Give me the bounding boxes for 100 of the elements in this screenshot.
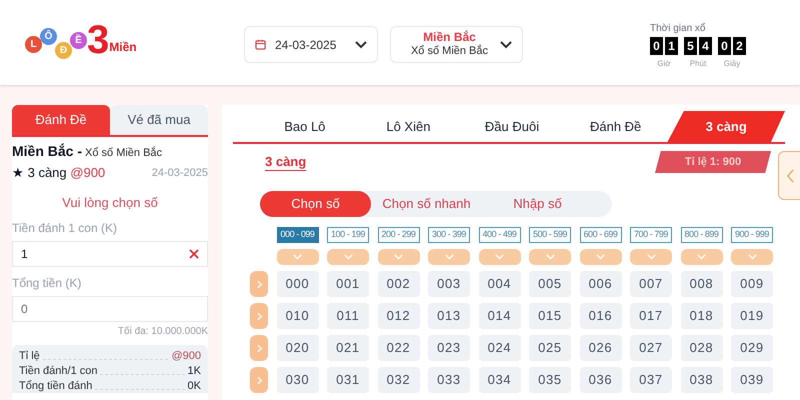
number-button[interactable]: 037 (630, 367, 672, 393)
chevron-right-icon (256, 376, 262, 384)
expand-button[interactable] (680, 249, 722, 265)
game-tab[interactable]: Đánh Đề (564, 111, 668, 142)
number-button[interactable]: 016 (580, 303, 622, 329)
region-subtitle: Xổ số Miền Bắc (410, 45, 488, 59)
chevron-down-icon (292, 254, 303, 260)
number-button[interactable]: 030 (276, 367, 318, 393)
number-button[interactable]: 018 (680, 303, 722, 329)
region-title: Miền Bắc (423, 30, 476, 44)
range-button[interactable]: 300 - 399 (428, 227, 470, 243)
stake-field[interactable]: 1 (12, 241, 208, 267)
summary-value: @900 (171, 349, 201, 363)
expand-button[interactable] (478, 249, 520, 265)
game-tab[interactable]: Bao Lô (253, 111, 357, 142)
expand-button[interactable] (327, 249, 369, 265)
number-button[interactable]: 032 (378, 367, 420, 393)
number-button[interactable]: 020 (276, 335, 318, 361)
number-button[interactable]: 021 (327, 335, 369, 361)
number-button[interactable]: 025 (529, 335, 571, 361)
number-button[interactable]: 010 (276, 303, 318, 329)
number-button[interactable]: 001 (327, 271, 369, 297)
countdown-unit: Phút (690, 58, 706, 70)
number-button[interactable]: 005 (529, 271, 571, 297)
game-tab[interactable]: Đầu Đuôi (460, 111, 564, 142)
number-button[interactable]: 036 (580, 367, 622, 393)
countdown-unit: Giờ (657, 58, 671, 70)
number-button[interactable]: 002 (378, 271, 420, 297)
row-select-button[interactable] (250, 335, 268, 361)
row-select-button[interactable] (250, 303, 268, 329)
panel-tab[interactable]: Vé đã mua (110, 105, 208, 135)
range-button[interactable]: 700 - 799 (630, 227, 672, 243)
number-button[interactable]: 039 (731, 367, 773, 393)
expand-button[interactable] (378, 249, 420, 265)
number-button[interactable]: 028 (680, 335, 722, 361)
expand-button[interactable] (580, 249, 622, 265)
number-button[interactable]: 015 (529, 303, 571, 329)
number-button[interactable]: 038 (680, 367, 722, 393)
number-button[interactable]: 013 (428, 303, 470, 329)
range-button[interactable]: 600 - 699 (580, 227, 622, 243)
expand-button[interactable] (276, 249, 318, 265)
chevron-down-icon (342, 254, 354, 260)
number-button[interactable]: 029 (731, 335, 773, 361)
number-button[interactable]: 031 (327, 367, 369, 393)
countdown-label: Thời gian xổ (650, 24, 706, 34)
expand-button[interactable] (731, 249, 773, 265)
number-button[interactable]: 006 (580, 271, 622, 297)
side-toggle-button[interactable] (778, 151, 800, 200)
number-button[interactable]: 034 (478, 367, 520, 393)
row-select-button[interactable] (250, 271, 268, 297)
number-button[interactable]: 008 (680, 271, 722, 297)
number-button[interactable]: 019 (731, 303, 773, 329)
row-select-button[interactable] (250, 367, 268, 393)
number-button[interactable]: 026 (580, 335, 622, 361)
number-button[interactable]: 033 (428, 367, 470, 393)
number-button[interactable]: 011 (327, 303, 369, 329)
number-button[interactable]: 009 (731, 271, 773, 297)
range-button[interactable]: 900 - 999 (731, 227, 773, 243)
range-button[interactable]: 500 - 599 (529, 227, 571, 243)
number-button[interactable]: 024 (478, 335, 520, 361)
chevron-down-icon (494, 254, 505, 260)
chevron-right-icon (256, 312, 262, 320)
mode-tab[interactable]: Nhập số (482, 191, 593, 217)
range-button[interactable]: 400 - 499 (478, 227, 520, 243)
expand-button[interactable] (428, 249, 470, 265)
expand-button[interactable] (529, 249, 571, 265)
chevron-down-icon (595, 254, 606, 260)
summary-label: Tổng tiền đánh (19, 379, 92, 393)
mode-tab[interactable]: Chọn số (260, 191, 371, 217)
range-button[interactable]: 100 - 199 (327, 227, 369, 243)
game-tab[interactable]: 3 càng (667, 111, 785, 142)
number-button[interactable]: 004 (478, 271, 520, 297)
expand-button[interactable] (630, 249, 672, 265)
number-button[interactable]: 027 (630, 335, 672, 361)
bet-type: ★ 3 càng @900 (12, 164, 106, 182)
panel-tab[interactable]: Đánh Đề (12, 105, 110, 135)
countdown-digit: 1 (665, 37, 678, 55)
date-picker[interactable]: 24-03-2025 (244, 26, 378, 63)
number-button[interactable]: 035 (529, 367, 571, 393)
ticket-date: 24-03-2025 (152, 166, 208, 180)
range-button[interactable]: 800 - 899 (680, 227, 722, 243)
total-field[interactable]: 0 (12, 296, 208, 322)
number-button[interactable]: 017 (630, 303, 672, 329)
number-button[interactable]: 014 (478, 303, 520, 329)
range-button[interactable]: 000 - 099 (276, 227, 318, 243)
countdown-digit: 5 (684, 37, 697, 55)
number-button[interactable]: 007 (630, 271, 672, 297)
number-button[interactable]: 023 (428, 335, 470, 361)
clear-icon[interactable] (189, 249, 199, 259)
countdown-digit: 0 (650, 37, 663, 55)
game-tab[interactable]: Lô Xiên (356, 111, 460, 142)
field-label: Tiền đánh 1 con (K) (12, 220, 118, 237)
number-button[interactable]: 022 (378, 335, 420, 361)
region-picker[interactable]: Miền Bắc Xổ số Miền Bắc (390, 26, 523, 63)
range-button[interactable]: 200 - 299 (378, 227, 420, 243)
number-button[interactable]: 000 (276, 271, 318, 297)
mode-tab[interactable]: Chọn số nhanh (371, 191, 482, 217)
prompt-text: Vui lòng chọn số (61, 194, 159, 212)
number-button[interactable]: 012 (378, 303, 420, 329)
number-button[interactable]: 003 (428, 271, 470, 297)
